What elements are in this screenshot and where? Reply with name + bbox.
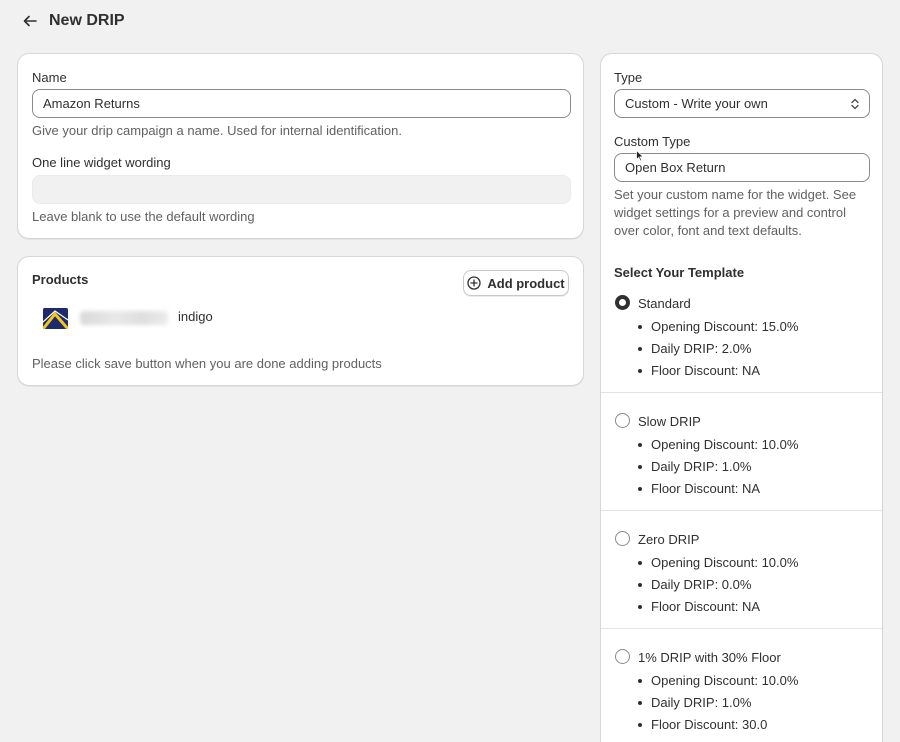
custom-type-help-text: Set your custom name for the widget. See…: [614, 187, 857, 238]
page-header: New DRIP: [18, 10, 125, 32]
name-help-text: Give your drip campaign a name. Used for…: [32, 123, 402, 138]
products-title: Products: [32, 272, 89, 287]
list-item: Floor Discount: NA: [637, 480, 798, 502]
template-radio-slow[interactable]: [615, 413, 630, 428]
template-name-floor: 1% DRIP with 30% Floor: [638, 650, 781, 665]
custom-type-input[interactable]: Open Box Return: [614, 153, 870, 182]
products-card: Products Add product indigo Please click…: [17, 256, 584, 386]
template-section-title: Select Your Template: [614, 265, 745, 280]
template-name-slow: Slow DRIP: [638, 414, 701, 429]
name-input[interactable]: Amazon Returns: [32, 89, 571, 118]
wording-label: One line widget wording: [32, 155, 171, 170]
back-button[interactable]: [18, 10, 42, 32]
type-select[interactable]: Custom - Write your own: [614, 89, 870, 118]
template-radio-standard[interactable]: [615, 295, 630, 310]
add-product-label: Add product: [487, 275, 565, 291]
template-name-standard: Standard: [638, 296, 691, 311]
list-item: Daily DRIP: 1.0%: [637, 458, 798, 480]
wording-input[interactable]: [32, 175, 571, 204]
list-item: Daily DRIP: 1.0%: [637, 694, 798, 716]
list-item: Floor Discount: NA: [637, 362, 798, 384]
list-item: Opening Discount: 10.0%: [637, 554, 798, 576]
template-details-slow: Opening Discount: 10.0% Daily DRIP: 1.0%…: [637, 436, 798, 502]
select-arrows-icon: [851, 98, 859, 110]
type-label: Type: [614, 70, 643, 85]
template-details-standard: Opening Discount: 15.0% Daily DRIP: 2.0%…: [637, 318, 798, 384]
arrow-left-icon: [23, 15, 37, 27]
template-details-zero: Opening Discount: 10.0% Daily DRIP: 0.0%…: [637, 554, 798, 620]
list-item: Daily DRIP: 2.0%: [637, 340, 798, 362]
name-label: Name: [32, 70, 67, 85]
add-product-button[interactable]: Add product: [463, 270, 569, 296]
product-name[interactable]: indigo: [178, 309, 213, 324]
product-thumbnail: [43, 308, 68, 329]
list-item: Opening Discount: 15.0%: [637, 318, 798, 340]
list-item: Opening Discount: 10.0%: [637, 436, 798, 458]
plus-circle-icon: [467, 276, 482, 290]
template-radio-zero[interactable]: [615, 531, 630, 546]
template-radio-floor[interactable]: [615, 649, 630, 664]
type-select-value: Custom - Write your own: [625, 96, 768, 111]
custom-type-label: Custom Type: [614, 134, 691, 149]
divider: [601, 392, 882, 393]
divider: [601, 628, 882, 629]
page-title: New DRIP: [49, 12, 125, 29]
wording-help-text: Leave blank to use the default wording: [32, 209, 255, 224]
list-item: Floor Discount: NA: [637, 598, 798, 620]
list-item: Floor Discount: 30.0: [637, 716, 798, 738]
products-help-text: Please click save button when you are do…: [32, 356, 382, 371]
name-card: Name Amazon Returns Give your drip campa…: [17, 53, 584, 239]
template-name-zero: Zero DRIP: [638, 532, 700, 547]
divider: [601, 510, 882, 511]
list-item: Opening Discount: 10.0%: [637, 672, 798, 694]
mouse-cursor-icon: [636, 150, 644, 162]
list-item: Daily DRIP: 0.0%: [637, 576, 798, 598]
blurred-product-vendor: [80, 311, 168, 325]
template-details-floor: Opening Discount: 10.0% Daily DRIP: 1.0%…: [637, 672, 798, 738]
